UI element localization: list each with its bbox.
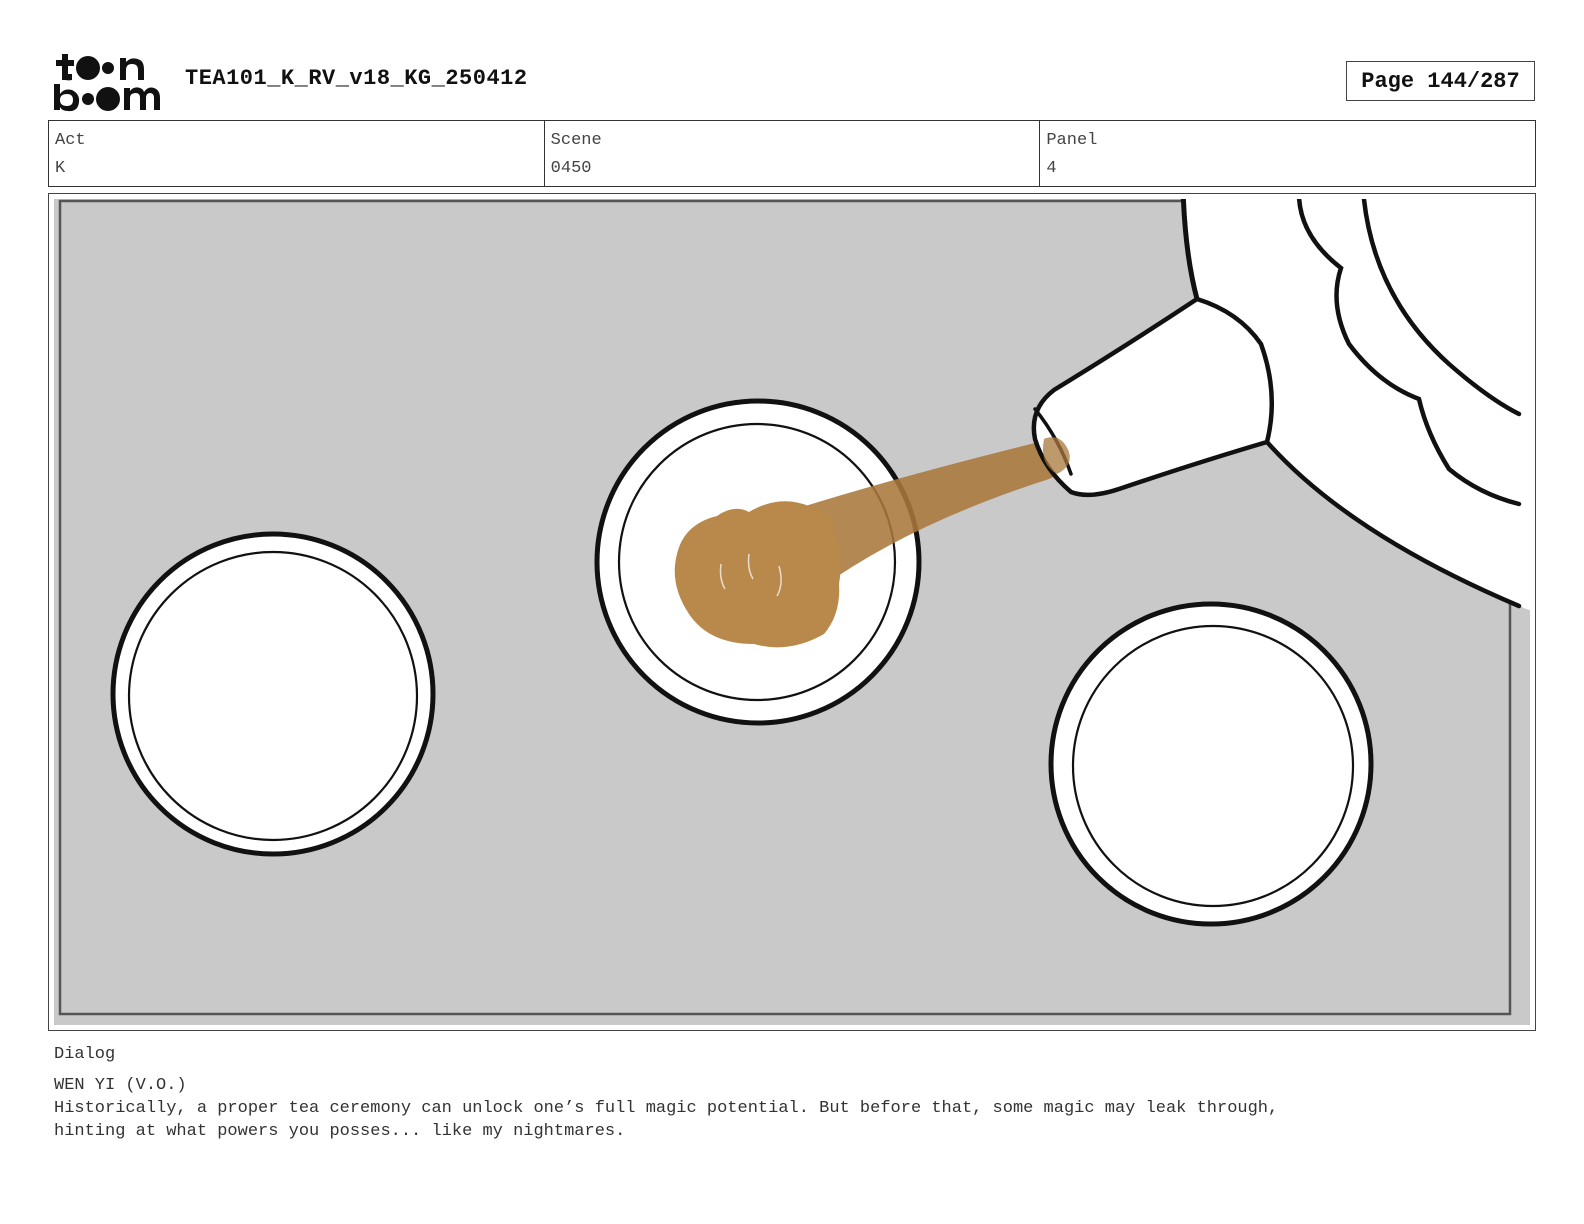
tea-cup-right [1048, 601, 1374, 927]
toon-boom-logo [54, 54, 160, 112]
tea-cup-left [110, 531, 436, 857]
document-title: TEA101_K_RV_v18_KG_250412 [185, 66, 528, 91]
dialog-line: Historically, a proper tea ceremony can … [54, 1099, 1279, 1118]
tea-splash [674, 501, 841, 648]
act-cell: Act K [49, 121, 545, 186]
dialog-line: hinting at what powers you posses... lik… [54, 1122, 626, 1141]
page-indicator: Page 144/287 [1346, 61, 1535, 101]
dialog-heading: Dialog [54, 1045, 116, 1064]
scene-label: Scene [550, 131, 602, 150]
scene-cell: Scene 0450 [545, 121, 1041, 186]
panel-label: Panel [1046, 131, 1098, 150]
panel-info-row: Act K Scene 0450 Panel 4 [48, 120, 1536, 187]
storyboard-panel [48, 193, 1536, 1031]
panel-cell: Panel 4 [1040, 121, 1535, 186]
act-value: K [55, 159, 66, 178]
panel-artwork [54, 199, 1530, 1025]
panel-value: 4 [1046, 159, 1057, 178]
act-label: Act [55, 131, 86, 150]
scene-value: 0450 [550, 159, 592, 178]
dialog-speaker: WEN YI (V.O.) [54, 1076, 187, 1095]
dialog-section: Dialog WEN YI (V.O.) Historically, a pro… [54, 1044, 1534, 1143]
